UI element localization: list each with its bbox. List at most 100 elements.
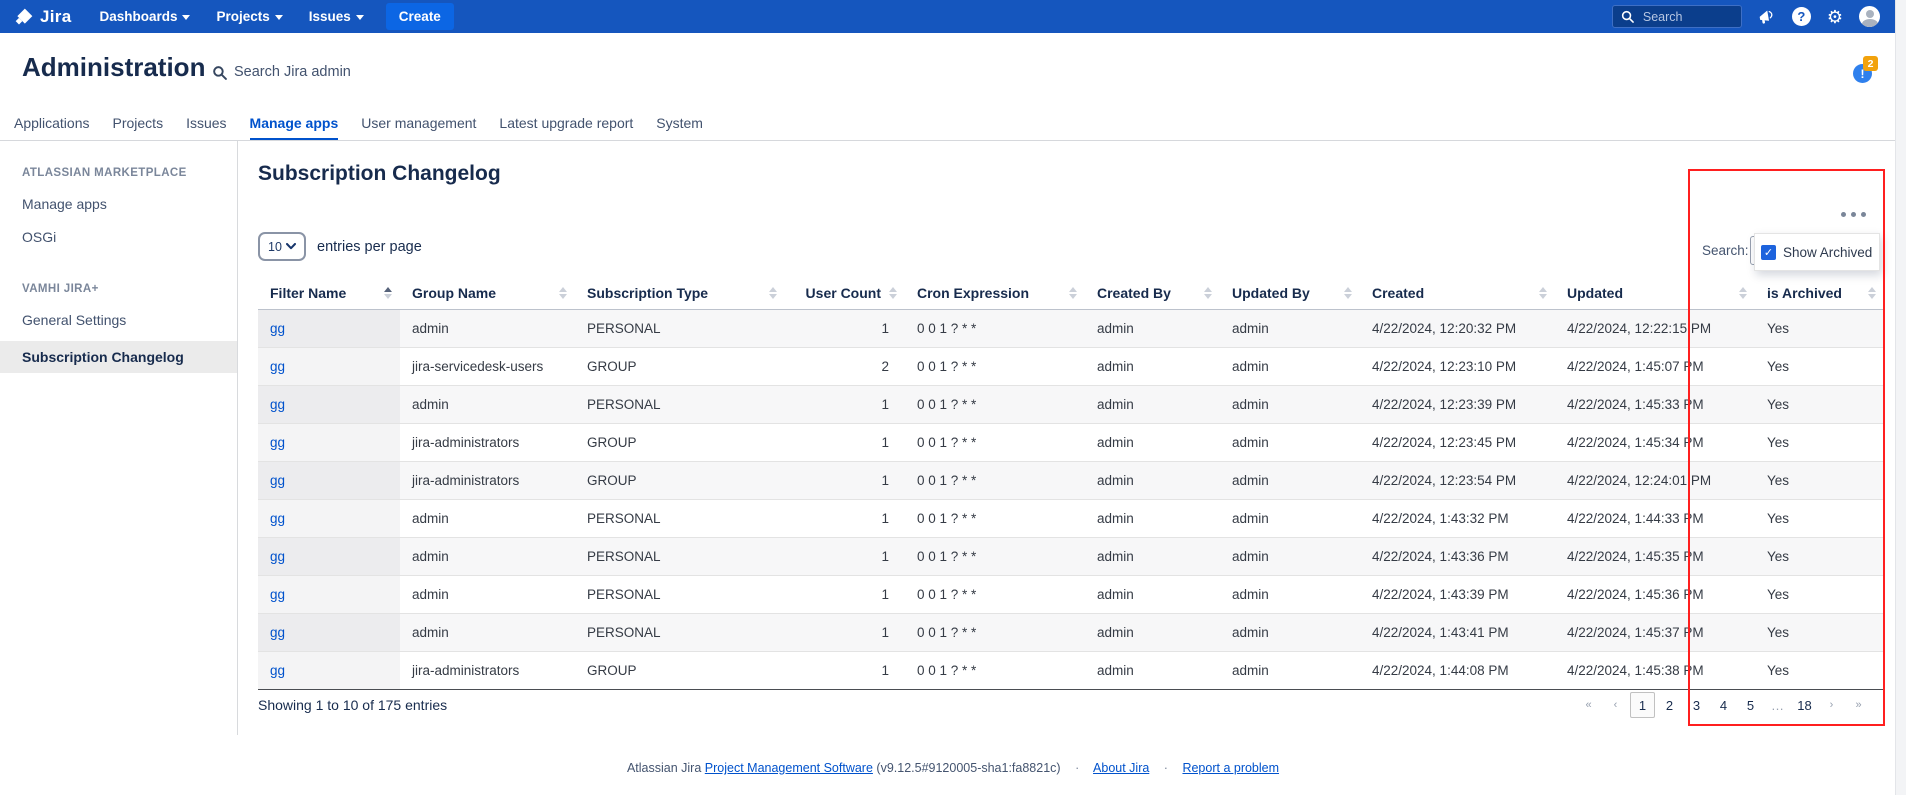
footer-report-link[interactable]: Report a problem (1182, 761, 1279, 775)
table-cell: admin (1085, 575, 1220, 613)
user-avatar[interactable] (1859, 6, 1880, 27)
column-header[interactable]: Updated By (1220, 278, 1360, 309)
overflow-menu-icon[interactable] (1841, 212, 1866, 217)
column-header[interactable]: is Archived (1755, 278, 1884, 309)
pagination-page-button[interactable]: 2 (1657, 692, 1682, 718)
filter-name-link[interactable]: gg (270, 473, 285, 488)
pagination-page-button[interactable]: 3 (1684, 692, 1709, 718)
table-cell: GROUP (575, 461, 785, 499)
filter-name-cell: gg (258, 423, 400, 461)
column-header[interactable]: Group Name (400, 278, 575, 309)
sort-arrows-icon[interactable] (384, 287, 392, 299)
filter-name-link[interactable]: gg (270, 397, 285, 412)
table-cell: PERSONAL (575, 499, 785, 537)
nav-issues[interactable]: Issues (309, 9, 364, 24)
filter-name-cell: gg (258, 537, 400, 575)
sidebar-item-subscription-changelog[interactable]: Subscription Changelog (0, 341, 237, 373)
global-search-input[interactable] (1641, 9, 1733, 25)
sort-arrows-icon[interactable] (1344, 287, 1352, 299)
pagination-page-button[interactable]: 5 (1738, 692, 1763, 718)
brand-name: Jira (40, 7, 71, 27)
sidebar-item-osgi[interactable]: OSGi (22, 229, 237, 245)
global-search-box[interactable] (1612, 5, 1742, 28)
tab-system[interactable]: System (656, 108, 703, 140)
table-cell: Yes (1755, 347, 1884, 385)
table-cell: 4/22/2024, 12:23:45 PM (1360, 423, 1555, 461)
table-cell: admin (1085, 499, 1220, 537)
table-cell: GROUP (575, 423, 785, 461)
table-cell: PERSONAL (575, 385, 785, 423)
admin-tabs: Applications Projects Issues Manage apps… (0, 108, 1906, 141)
table-cell: 4/22/2024, 1:44:08 PM (1360, 651, 1555, 689)
column-header[interactable]: Created By (1085, 278, 1220, 309)
column-header[interactable]: User Count (785, 278, 905, 309)
gear-icon[interactable]: ⚙ (1827, 8, 1843, 26)
table-cell: admin (400, 499, 575, 537)
filter-name-link[interactable]: gg (270, 321, 285, 336)
sort-arrows-icon[interactable] (559, 287, 567, 299)
filter-name-link[interactable]: gg (270, 587, 285, 602)
jira-logo[interactable]: Jira (14, 7, 71, 27)
filter-name-link[interactable]: gg (270, 625, 285, 640)
tab-manage-apps[interactable]: Manage apps (250, 108, 339, 140)
nav-projects[interactable]: Projects (216, 9, 282, 24)
page-size-select[interactable]: 10 (258, 232, 306, 261)
table-cell: 4/22/2024, 1:43:32 PM (1360, 499, 1555, 537)
pagination-page-button[interactable]: 4 (1711, 692, 1736, 718)
tab-latest-upgrade-report[interactable]: Latest upgrade report (499, 108, 633, 140)
column-header[interactable]: Cron Expression (905, 278, 1085, 309)
sort-arrows-icon[interactable] (1868, 287, 1876, 299)
table-cell: 2 (785, 347, 905, 385)
page-footer: Atlassian Jira Project Management Softwa… (0, 761, 1906, 775)
column-header[interactable]: Subscription Type (575, 278, 785, 309)
table-cell: admin (1220, 613, 1360, 651)
filter-name-link[interactable]: gg (270, 359, 285, 374)
admin-notification-icon[interactable]: ! 2 (1853, 64, 1872, 83)
filter-name-link[interactable]: gg (270, 511, 285, 526)
sort-arrows-icon[interactable] (769, 287, 777, 299)
nav-dashboards[interactable]: Dashboards (99, 9, 190, 24)
sidebar-item-general-settings[interactable]: General Settings (22, 312, 237, 328)
column-header[interactable]: Filter Name (258, 278, 400, 309)
table-cell: GROUP (575, 347, 785, 385)
table-cell: Yes (1755, 575, 1884, 613)
tab-user-management[interactable]: User management (361, 108, 476, 140)
tab-projects[interactable]: Projects (113, 108, 164, 140)
subscription-table: Filter Name Group Name Subscription TypeUs… (258, 278, 1884, 690)
sort-arrows-icon[interactable] (1204, 287, 1212, 299)
pagination-nav-button[interactable]: ‹ (1603, 692, 1628, 718)
table-cell: 0 0 1 ? * * (905, 385, 1085, 423)
pagination-page-button[interactable]: 18 (1792, 692, 1817, 718)
table-cell: admin (1220, 499, 1360, 537)
help-icon[interactable]: ? (1792, 7, 1811, 26)
announcements-icon[interactable] (1758, 8, 1776, 26)
footer-software-link[interactable]: Project Management Software (705, 761, 873, 775)
column-header-label: Group Name (412, 285, 496, 301)
table-cell: 4/22/2024, 1:45:36 PM (1555, 575, 1755, 613)
sort-arrows-icon[interactable] (1739, 287, 1747, 299)
tab-issues[interactable]: Issues (186, 108, 226, 140)
pagination-nav-button[interactable]: » (1846, 692, 1871, 718)
create-button[interactable]: Create (386, 3, 454, 30)
table-summary: Showing 1 to 10 of 175 entries (258, 697, 447, 713)
filter-name-link[interactable]: gg (270, 435, 285, 450)
sort-arrows-icon[interactable] (1539, 287, 1547, 299)
table-search-label: Search: (1702, 243, 1749, 258)
pagination-nav-button[interactable]: « (1576, 692, 1601, 718)
sort-arrows-icon[interactable] (889, 287, 897, 299)
sidebar-item-manage-apps[interactable]: Manage apps (22, 196, 237, 212)
page-scrollbar[interactable] (1895, 0, 1906, 795)
table-cell: admin (1085, 423, 1220, 461)
tab-applications[interactable]: Applications (14, 108, 90, 140)
show-archived-checkbox[interactable]: ✓ (1761, 245, 1776, 260)
column-header[interactable]: Updated (1555, 278, 1755, 309)
footer-about-link[interactable]: About Jira (1093, 761, 1149, 775)
filter-name-cell: gg (258, 575, 400, 613)
pagination-page-button[interactable]: 1 (1630, 692, 1655, 718)
pagination-nav-button[interactable]: › (1819, 692, 1844, 718)
filter-name-link[interactable]: gg (270, 549, 285, 564)
column-header[interactable]: Created (1360, 278, 1555, 309)
filter-name-link[interactable]: gg (270, 663, 285, 678)
admin-search-button[interactable]: Search Jira admin (212, 64, 351, 80)
sort-arrows-icon[interactable] (1069, 287, 1077, 299)
